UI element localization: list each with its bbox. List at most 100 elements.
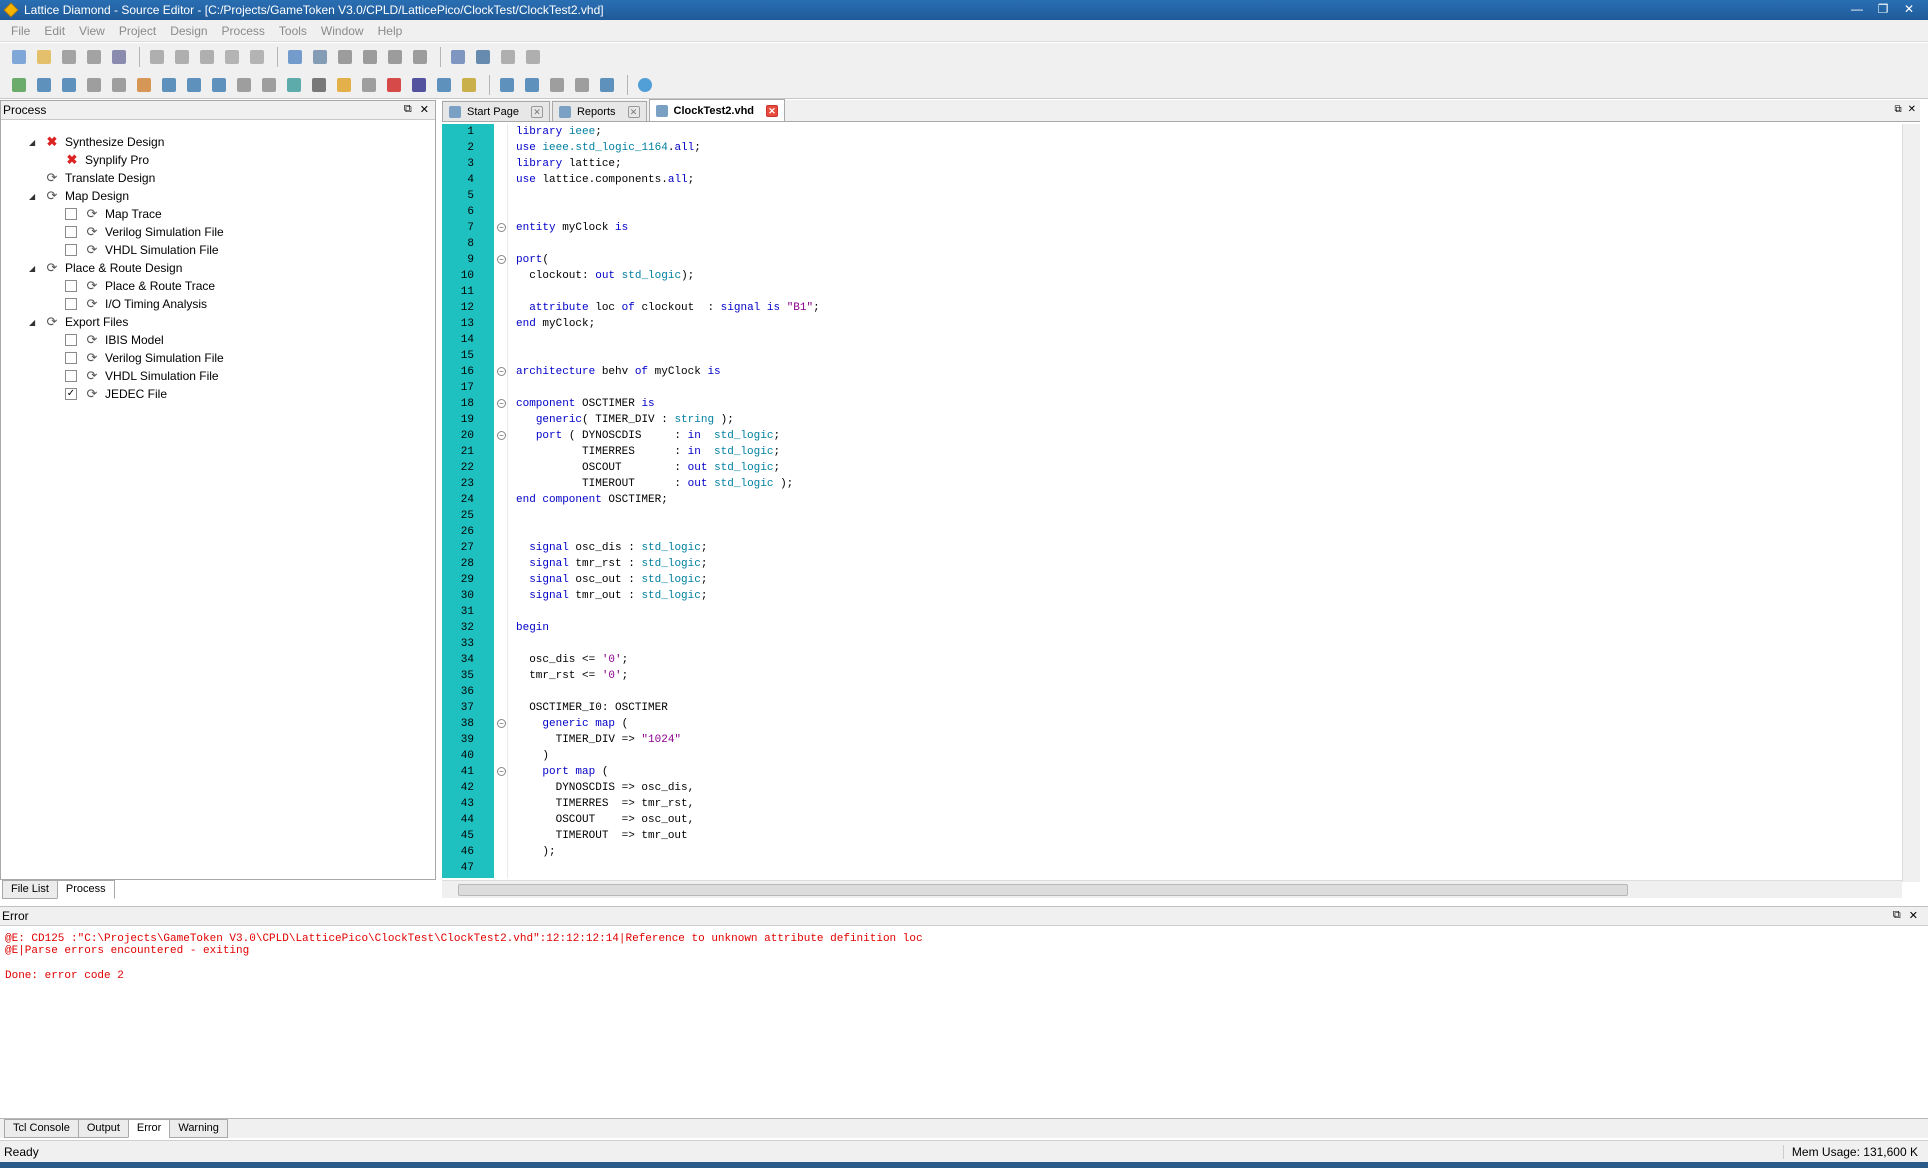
restore-panel-button[interactable]: ⧉	[404, 103, 412, 116]
process-checkbox[interactable]	[65, 298, 77, 310]
process-item[interactable]: ⟳ VHDL Simulation File	[65, 241, 219, 259]
tool-button[interactable]	[283, 74, 305, 96]
process-item[interactable]: ⟳ Verilog Simulation File	[65, 223, 224, 241]
restore-error-panel-button[interactable]: ⧉	[1893, 909, 1901, 922]
paste-button[interactable]	[246, 46, 268, 68]
menu-window[interactable]: Window	[314, 24, 371, 38]
zoom-fit-button[interactable]	[384, 46, 406, 68]
process-item[interactable]: ⟳ Map Trace	[65, 205, 162, 223]
maximize-button[interactable]: ❐	[1870, 0, 1896, 18]
process-item[interactable]: ◢ ⟳ Export Files	[29, 313, 128, 331]
new-file-button[interactable]	[8, 46, 30, 68]
editor-tab[interactable]: Reports ✕	[551, 101, 647, 121]
expand-arrow-icon[interactable]: ◢	[29, 264, 39, 273]
expand-arrow-icon[interactable]: ◢	[29, 192, 39, 201]
zoom-button[interactable]	[409, 46, 431, 68]
editor-tab[interactable]: ClockTest2.vhd ✕	[648, 99, 786, 121]
tab-file-list[interactable]: File List	[2, 880, 58, 899]
process-checkbox[interactable]	[65, 370, 77, 382]
tool-button[interactable]	[8, 74, 30, 96]
redo-button[interactable]	[171, 46, 193, 68]
run-button[interactable]	[472, 46, 494, 68]
close-panel-button[interactable]: ✕	[420, 103, 429, 116]
tool-button[interactable]	[333, 74, 355, 96]
close-error-panel-button[interactable]: ✕	[1909, 909, 1918, 922]
close-tab-icon[interactable]: ✕	[627, 105, 640, 118]
menu-help[interactable]: Help	[371, 24, 410, 38]
tool-button[interactable]	[308, 74, 330, 96]
tab-error[interactable]: Error	[127, 1119, 171, 1138]
tool-button[interactable]	[634, 74, 656, 96]
settings-button[interactable]	[522, 46, 544, 68]
copy-button[interactable]	[221, 46, 243, 68]
replace-button[interactable]	[309, 46, 331, 68]
code-area[interactable]: library ieee; use ieee.std_logic_1164.all…	[508, 124, 1900, 878]
save-all-button[interactable]	[83, 46, 105, 68]
save-button[interactable]	[58, 46, 80, 68]
menu-file[interactable]: File	[4, 24, 37, 38]
editor-tab[interactable]: Start Page ✕	[442, 101, 550, 121]
tool-button[interactable]	[358, 74, 380, 96]
restore-editor-button[interactable]: ⧉	[1894, 104, 1901, 115]
tool-button[interactable]	[571, 74, 593, 96]
process-item[interactable]: ✖ Synplify Pro	[65, 151, 149, 169]
undo-button[interactable]	[146, 46, 168, 68]
process-checkbox[interactable]	[65, 244, 77, 256]
fold-marker-icon[interactable]: −	[497, 367, 506, 376]
scroll-thumb[interactable]	[458, 884, 1628, 896]
tool-button[interactable]	[83, 74, 105, 96]
tool-button[interactable]	[33, 74, 55, 96]
tab-output[interactable]: Output	[77, 1119, 129, 1138]
tool-button[interactable]	[158, 74, 180, 96]
process-checkbox[interactable]	[65, 334, 77, 346]
tab-warning[interactable]: Warning	[169, 1119, 228, 1138]
tool-button[interactable]	[546, 74, 568, 96]
process-item[interactable]: ⟳ Place & Route Trace	[65, 277, 215, 295]
menu-process[interactable]: Process	[215, 24, 272, 38]
tool-button[interactable]	[408, 74, 430, 96]
check-button[interactable]	[497, 46, 519, 68]
expand-arrow-icon[interactable]: ◢	[29, 138, 39, 147]
tool-button[interactable]	[108, 74, 130, 96]
print-button[interactable]	[108, 46, 130, 68]
menu-edit[interactable]: Edit	[37, 24, 72, 38]
menu-view[interactable]: View	[72, 24, 112, 38]
fold-marker-icon[interactable]: −	[497, 399, 506, 408]
process-item[interactable]: ⟳ IBIS Model	[65, 331, 164, 349]
process-item[interactable]: ◢ ✖ Synthesize Design	[29, 133, 164, 151]
task-button[interactable]	[447, 46, 469, 68]
process-checkbox[interactable]	[65, 280, 77, 292]
process-checkbox[interactable]: ✓	[65, 388, 77, 400]
process-item[interactable]: ◢ ⟳ Map Design	[29, 187, 129, 205]
zoom-in-button[interactable]	[334, 46, 356, 68]
menu-tools[interactable]: Tools	[272, 24, 314, 38]
process-item[interactable]: ◢ ⟳ Place & Route Design	[29, 259, 182, 277]
tool-button[interactable]	[496, 74, 518, 96]
tool-button[interactable]	[383, 74, 405, 96]
process-item[interactable]: ✓ ⟳ JEDEC File	[65, 385, 167, 403]
tool-button[interactable]	[433, 74, 455, 96]
tool-button[interactable]	[58, 74, 80, 96]
process-checkbox[interactable]	[65, 226, 77, 238]
fold-marker-icon[interactable]: −	[497, 431, 506, 440]
fold-marker-icon[interactable]: −	[497, 767, 506, 776]
tool-button[interactable]	[258, 74, 280, 96]
open-button[interactable]	[33, 46, 55, 68]
process-item[interactable]: ⟳ VHDL Simulation File	[65, 367, 219, 385]
process-item[interactable]: ⟳ I/O Timing Analysis	[65, 295, 207, 313]
tab-tcl-console[interactable]: Tcl Console	[4, 1119, 79, 1138]
close-button[interactable]: ✕	[1896, 0, 1922, 18]
tool-button[interactable]	[208, 74, 230, 96]
close-editor-button[interactable]: ✕	[1908, 104, 1916, 115]
cut-button[interactable]	[196, 46, 218, 68]
tool-button[interactable]	[233, 74, 255, 96]
tool-button[interactable]	[596, 74, 618, 96]
vertical-scrollbar[interactable]	[1902, 124, 1920, 882]
fold-marker-icon[interactable]: −	[497, 255, 506, 264]
process-checkbox[interactable]	[65, 352, 77, 364]
fold-marker-icon[interactable]: −	[497, 223, 506, 232]
tool-button[interactable]	[183, 74, 205, 96]
process-item[interactable]: ⟳ Verilog Simulation File	[65, 349, 224, 367]
tab-process[interactable]: Process	[56, 880, 115, 899]
zoom-out-button[interactable]	[359, 46, 381, 68]
